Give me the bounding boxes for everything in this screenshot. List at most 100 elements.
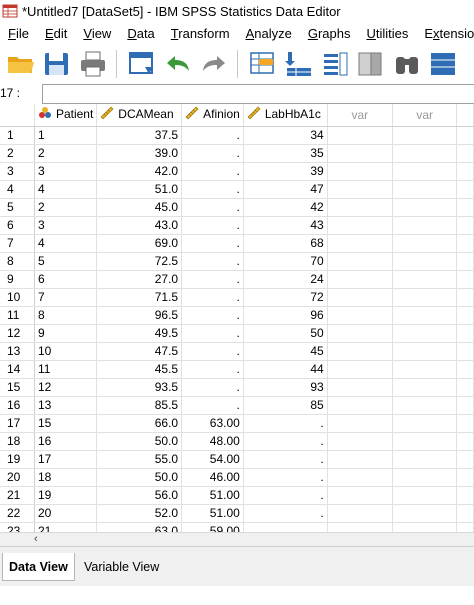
row-number[interactable]: 22 — [0, 504, 35, 523]
row-number[interactable]: 3 — [0, 162, 35, 181]
data-cell[interactable]: 39.0 — [96, 144, 183, 163]
empty-cell[interactable] — [327, 288, 394, 307]
data-cell[interactable]: . — [181, 144, 244, 163]
tab-variable-view[interactable]: Variable View — [78, 553, 165, 581]
data-cell[interactable]: 9 — [34, 324, 98, 343]
row-number[interactable]: 8 — [0, 252, 35, 271]
data-cell[interactable]: 63.00 — [181, 414, 244, 433]
empty-cell[interactable] — [392, 414, 458, 433]
empty-cell[interactable] — [327, 378, 394, 397]
data-cell[interactable]: . — [181, 324, 244, 343]
data-cell[interactable]: 39 — [243, 162, 328, 181]
data-cell[interactable]: . — [243, 432, 328, 451]
empty-cell[interactable] — [456, 126, 474, 145]
empty-cell[interactable] — [392, 396, 458, 415]
data-cell[interactable]: 34 — [243, 126, 328, 145]
empty-cell[interactable] — [456, 234, 474, 253]
column-header-empty[interactable] — [456, 104, 474, 127]
data-cell[interactable]: 27.0 — [96, 270, 183, 289]
data-cell[interactable]: . — [181, 396, 244, 415]
empty-cell[interactable] — [456, 162, 474, 181]
empty-cell[interactable] — [392, 324, 458, 343]
empty-cell[interactable] — [456, 216, 474, 235]
empty-cell[interactable] — [456, 504, 474, 523]
data-cell[interactable]: . — [181, 360, 244, 379]
empty-cell[interactable] — [456, 270, 474, 289]
row-number[interactable]: 5 — [0, 198, 35, 217]
data-cell[interactable]: 71.5 — [96, 288, 183, 307]
empty-cell[interactable] — [392, 504, 458, 523]
data-cell[interactable]: . — [181, 288, 244, 307]
empty-cell[interactable] — [456, 360, 474, 379]
data-cell[interactable]: . — [181, 342, 244, 361]
data-cell[interactable]: 47.5 — [96, 342, 183, 361]
data-cell[interactable]: 4 — [34, 234, 98, 253]
data-cell[interactable]: 54.00 — [181, 450, 244, 469]
row-number[interactable]: 16 — [0, 396, 35, 415]
save-icon[interactable] — [42, 49, 72, 79]
goto-case-icon[interactable] — [248, 49, 278, 79]
row-number[interactable]: 18 — [0, 432, 35, 451]
menu-edit[interactable]: Edit — [37, 26, 75, 41]
data-cell[interactable]: 5 — [34, 252, 98, 271]
data-cell[interactable]: 18 — [34, 468, 98, 487]
column-header-patient[interactable]: Patient — [34, 104, 98, 127]
empty-cell[interactable] — [327, 306, 394, 325]
data-cell[interactable]: 8 — [34, 306, 98, 325]
data-cell[interactable]: 12 — [34, 378, 98, 397]
empty-cell[interactable] — [327, 216, 394, 235]
empty-cell[interactable] — [392, 252, 458, 271]
empty-cell[interactable] — [392, 360, 458, 379]
data-cell[interactable]: 49.5 — [96, 324, 183, 343]
empty-cell[interactable] — [327, 252, 394, 271]
horizontal-scrollbar[interactable]: ‹ — [0, 532, 474, 546]
row-number[interactable]: 1 — [0, 126, 35, 145]
empty-cell[interactable] — [327, 396, 394, 415]
data-cell[interactable]: . — [181, 180, 244, 199]
empty-cell[interactable] — [392, 270, 458, 289]
empty-cell[interactable] — [456, 432, 474, 451]
data-cell[interactable]: . — [181, 198, 244, 217]
data-cell[interactable]: 35 — [243, 144, 328, 163]
empty-cell[interactable] — [392, 162, 458, 181]
empty-cell[interactable] — [327, 468, 394, 487]
empty-cell[interactable] — [456, 306, 474, 325]
empty-cell[interactable] — [327, 162, 394, 181]
data-cell[interactable]: 20 — [34, 504, 98, 523]
empty-cell[interactable] — [327, 342, 394, 361]
empty-cell[interactable] — [327, 414, 394, 433]
split-file-icon[interactable] — [356, 49, 386, 79]
data-cell[interactable]: 2 — [34, 198, 98, 217]
data-cell[interactable]: 47 — [243, 180, 328, 199]
data-cell[interactable]: 4 — [34, 180, 98, 199]
data-cell[interactable]: 45.0 — [96, 198, 183, 217]
data-cell[interactable]: 44 — [243, 360, 328, 379]
scroll-left-icon[interactable]: ‹ — [34, 533, 38, 545]
data-cell[interactable]: . — [243, 414, 328, 433]
data-cell[interactable]: 66.0 — [96, 414, 183, 433]
data-cell[interactable]: 24 — [243, 270, 328, 289]
insert-cases-icon[interactable] — [284, 49, 314, 79]
empty-cell[interactable] — [327, 198, 394, 217]
row-number[interactable]: 10 — [0, 288, 35, 307]
data-cell[interactable]: 43.0 — [96, 216, 183, 235]
open-folder-icon[interactable] — [6, 49, 36, 79]
data-cell[interactable]: 59.00 — [181, 522, 244, 532]
empty-cell[interactable] — [456, 198, 474, 217]
data-cell[interactable]: 13 — [34, 396, 98, 415]
undo-icon[interactable] — [163, 49, 193, 79]
row-number[interactable]: 21 — [0, 486, 35, 505]
data-cell[interactable]: 10 — [34, 342, 98, 361]
data-cell[interactable]: 93.5 — [96, 378, 183, 397]
empty-cell[interactable] — [456, 414, 474, 433]
row-number[interactable]: 15 — [0, 378, 35, 397]
data-cell[interactable]: 52.0 — [96, 504, 183, 523]
column-header-dcamean[interactable]: DCAMean — [96, 104, 183, 127]
empty-cell[interactable] — [327, 504, 394, 523]
empty-cell[interactable] — [392, 180, 458, 199]
tab-data-view[interactable]: Data View — [2, 553, 75, 581]
empty-cell[interactable] — [456, 450, 474, 469]
data-cell[interactable]: 42.0 — [96, 162, 183, 181]
menu-utilities[interactable]: Utilities — [358, 26, 416, 41]
empty-cell[interactable] — [392, 522, 458, 532]
